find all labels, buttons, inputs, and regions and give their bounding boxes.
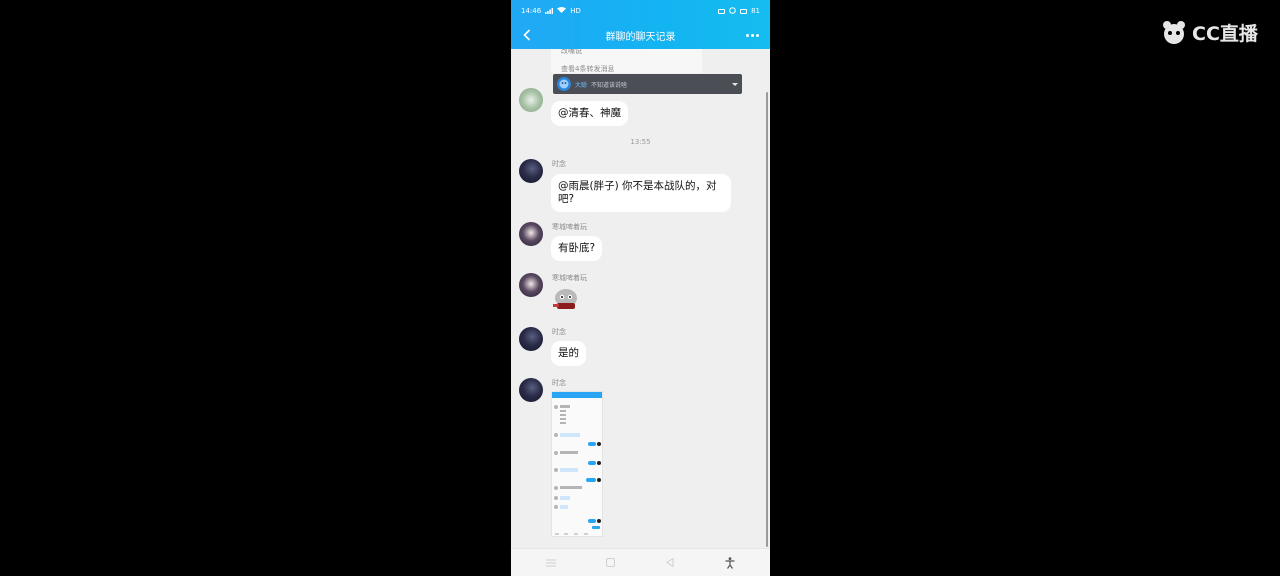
menu-button[interactable] <box>542 554 560 572</box>
cc-live-watermark: CC直播 <box>1160 16 1258 48</box>
forwarded-messages-card[interactable]: 改嘴说 查看4条转发消息 <box>551 49 702 73</box>
menu-icon <box>545 559 556 566</box>
chevron-left-icon <box>523 29 531 41</box>
chevron-down-icon[interactable] <box>732 82 738 86</box>
chat-history[interactable]: 改嘴说 查看4条转发消息 大聪 不知道该说啥 @清春、神魔 13:55 时念 @… <box>511 49 770 548</box>
more-button[interactable] <box>742 27 762 43</box>
sender-name: 时念 <box>552 379 566 387</box>
avatar[interactable] <box>519 159 543 183</box>
sender-name: 寒城啤着玩 <box>552 223 587 231</box>
sender-name: 寒城啤着玩 <box>552 274 587 282</box>
accessibility-icon <box>725 556 735 569</box>
triangle-back-icon <box>666 558 674 567</box>
chat-screenshot-thumbnail <box>554 405 601 535</box>
cast-icon <box>718 8 726 14</box>
header: 14:46 HD 81 群聊的聊天记录 <box>511 0 770 49</box>
avatar[interactable] <box>519 88 543 112</box>
avatar[interactable] <box>519 327 543 351</box>
sticker-image[interactable] <box>551 286 581 312</box>
alarm-icon <box>729 6 736 16</box>
banner-avatar <box>557 77 571 91</box>
scrollbar[interactable] <box>766 92 768 547</box>
banner-text: 不知道该说啥 <box>591 81 628 89</box>
message-bubble[interactable]: @清春、神魔 <box>551 101 628 126</box>
timestamp: 13:55 <box>630 138 651 146</box>
battery-icon <box>740 8 748 14</box>
avatar[interactable] <box>519 222 543 246</box>
network-label: HD <box>570 7 581 15</box>
watermark-text: CC直播 <box>1192 22 1258 45</box>
page-title: 群聊的聊天记录 <box>605 32 676 43</box>
back-button[interactable] <box>519 27 535 43</box>
forward-card-text: 改嘴说 <box>561 49 582 55</box>
phone-screen: 14:46 HD 81 群聊的聊天记录 改嘴说 查看4条转发消息 大聪 不知道该… <box>511 0 770 576</box>
home-icon <box>606 558 616 567</box>
battery-level: 81 <box>751 7 760 15</box>
signal-icon <box>545 8 554 14</box>
message-bubble[interactable]: 是的 <box>551 341 586 366</box>
wifi-icon <box>557 7 567 15</box>
sender-name: 时念 <box>552 328 566 336</box>
status-bar: 14:46 HD 81 <box>511 0 770 22</box>
back-nav-button[interactable] <box>661 554 679 572</box>
more-dots-icon <box>745 33 749 37</box>
banner-sender: 大聪 <box>575 81 588 89</box>
screenshot-image[interactable] <box>551 391 603 537</box>
face-icon <box>559 79 569 89</box>
accessibility-button[interactable] <box>721 554 739 572</box>
sender-name: 时念 <box>552 160 566 168</box>
status-time: 14:46 <box>521 7 542 15</box>
message-bubble[interactable]: 有卧底? <box>551 236 603 261</box>
navbar: 群聊的聊天记录 <box>511 22 770 49</box>
cat-sticker-icon <box>553 289 577 309</box>
system-nav-bar <box>511 548 770 576</box>
cc-logo-icon <box>1160 19 1188 45</box>
notification-banner[interactable]: 大聪 不知道该说啥 <box>553 74 742 94</box>
avatar[interactable] <box>519 378 543 402</box>
message-bubble[interactable]: @雨晨(胖子) 你不是本战队的，对吧? <box>551 174 731 212</box>
home-button[interactable] <box>602 554 620 572</box>
avatar[interactable] <box>519 273 543 297</box>
